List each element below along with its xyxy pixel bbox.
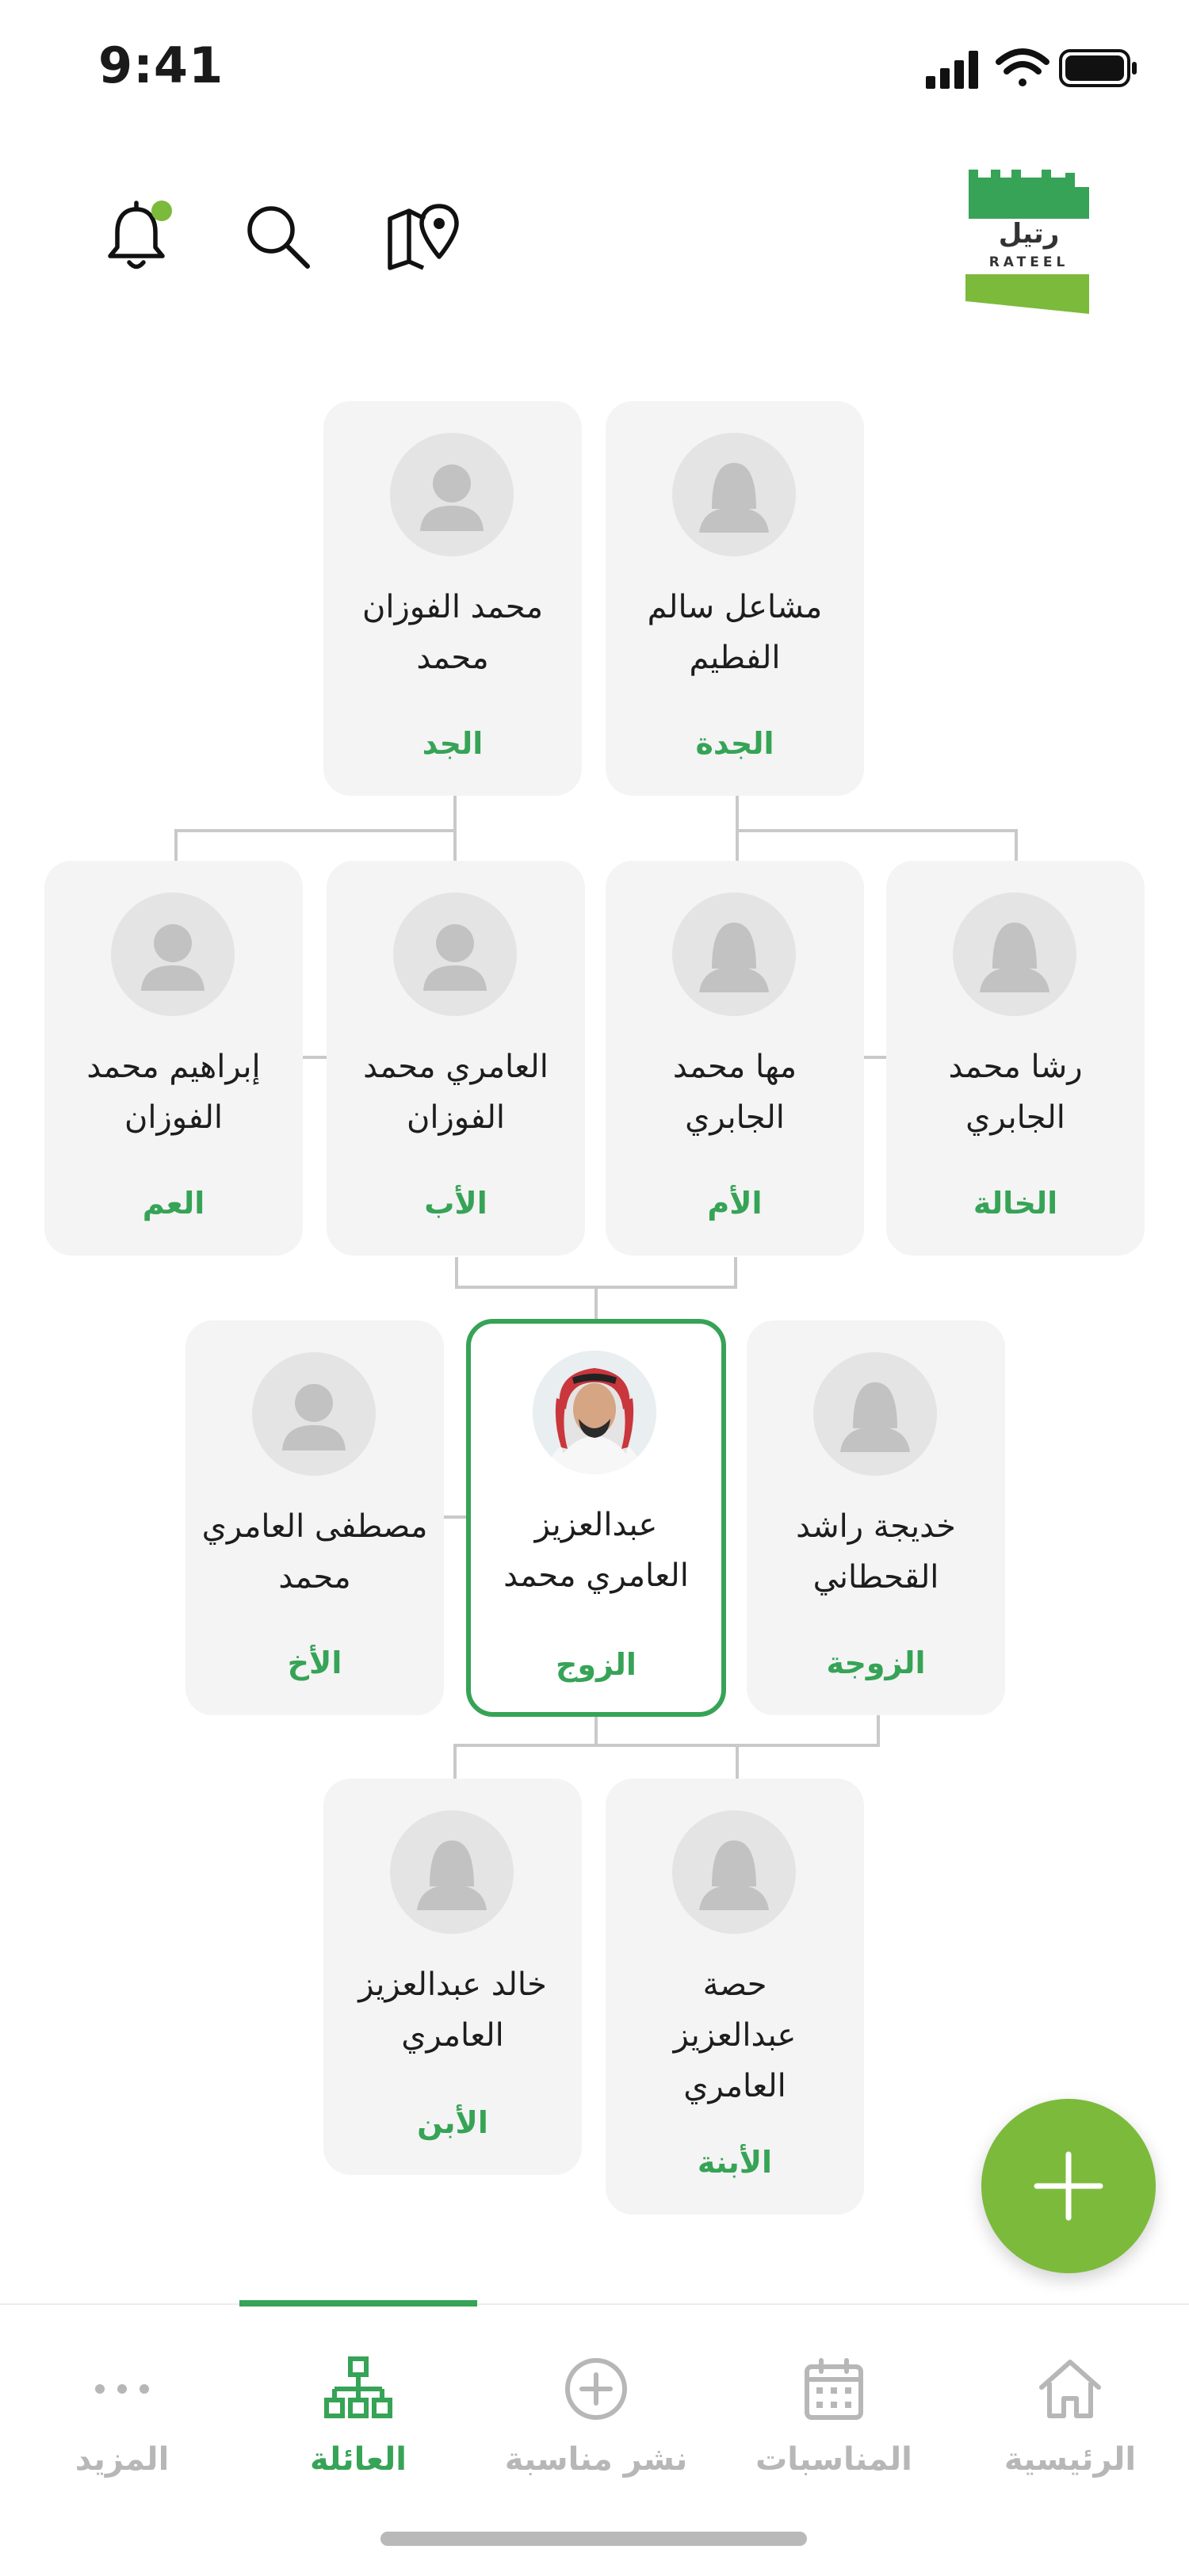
status-icons xyxy=(926,48,1137,89)
family-tree-icon xyxy=(324,2356,392,2418)
notification-dot xyxy=(151,201,172,221)
member-card-grandmother[interactable]: مشاعل سالم الفطيم الجدة xyxy=(606,401,864,796)
home-indicator xyxy=(380,2532,807,2546)
member-name: مها محمد الجابري xyxy=(672,1049,797,1136)
member-name: محمد الفوزان محمد xyxy=(361,589,544,676)
bell-icon[interactable] xyxy=(98,198,174,274)
member-role: الأخ xyxy=(287,1645,342,1680)
avatar-male-icon xyxy=(111,892,235,1016)
member-role: الأب xyxy=(424,1186,487,1221)
member-card-brother[interactable]: مصطفى العامري محمد الأخ xyxy=(185,1320,444,1715)
member-card-grandfather[interactable]: محمد الفوزان محمد الجد xyxy=(323,401,582,796)
avatar-female-icon xyxy=(813,1352,937,1476)
tab-more[interactable]: المزيد xyxy=(3,2305,241,2495)
member-role: الجدة xyxy=(695,726,774,761)
member-card-self[interactable]: عبدالعزيز العامري محمد الزوج xyxy=(466,1319,726,1717)
avatar-female-icon xyxy=(390,1810,514,1934)
tab-label: نشر مناسبة xyxy=(504,2441,688,2478)
avatar-female-icon xyxy=(672,892,796,1016)
tab-home[interactable]: الرئيسية xyxy=(951,2305,1189,2495)
member-name: مشاعل سالم الفطيم xyxy=(647,589,823,676)
member-card-wife[interactable]: خديجة راشد القحطاني الزوجة xyxy=(747,1320,1005,1715)
member-role: العم xyxy=(142,1186,205,1221)
member-card-father[interactable]: العامري محمد الفوزان الأب xyxy=(327,861,585,1256)
profile-photo xyxy=(533,1351,656,1474)
member-role: الخالة xyxy=(973,1186,1058,1221)
member-role: الزوج xyxy=(556,1647,637,1682)
member-name: خالد عبدالعزيز العامري xyxy=(358,1966,547,2054)
member-card-uncle[interactable]: إبراهيم محمد الفوزان العم xyxy=(44,861,303,1256)
member-name: حصة عبدالعزيز العامري xyxy=(673,1966,797,2104)
tab-post-event[interactable]: نشر مناسبة xyxy=(477,2305,715,2495)
tab-family[interactable]: العائلة xyxy=(239,2305,477,2495)
rateel-logo: رتيل RATEEL xyxy=(965,170,1089,314)
member-card-mother[interactable]: مها محمد الجابري الأم xyxy=(606,861,864,1256)
tab-label: العائلة xyxy=(310,2441,407,2478)
plus-circle-icon xyxy=(565,2358,627,2420)
member-card-aunt[interactable]: رشا محمد الجابري الخالة xyxy=(886,861,1145,1256)
tab-label: المزيد xyxy=(75,2441,170,2478)
member-role: الزوجة xyxy=(826,1645,926,1680)
avatar-female-icon xyxy=(672,1810,796,1934)
member-role: الأبن xyxy=(417,2105,488,2140)
status-time: 9:41 xyxy=(98,36,224,94)
member-role: الأبنة xyxy=(697,2145,773,2180)
member-name: العامري محمد الفوزان xyxy=(363,1049,549,1136)
map-pin-icon[interactable] xyxy=(384,198,460,274)
signal-icon xyxy=(926,51,978,89)
avatar-male-icon xyxy=(393,892,517,1016)
member-name: خديجة راشد القحطاني xyxy=(796,1508,956,1596)
member-name: مصطفى العامري محمد xyxy=(201,1508,428,1596)
member-name: عبدالعزيز العامري محمد xyxy=(503,1507,689,1594)
tab-label: الرئيسية xyxy=(1004,2441,1137,2478)
member-name: رشا محمد الجابري xyxy=(948,1049,1083,1136)
avatar-male-icon xyxy=(390,433,514,556)
logo-text-en: RATEEL xyxy=(989,254,1069,270)
member-role: الأم xyxy=(707,1186,763,1221)
search-icon[interactable] xyxy=(239,198,315,274)
wifi-icon xyxy=(996,48,1049,86)
logo-text-ar: رتيل xyxy=(999,218,1060,250)
plus-icon xyxy=(1034,2151,1103,2221)
avatar-male-icon xyxy=(252,1352,376,1476)
tab-label: المناسبات xyxy=(755,2441,912,2478)
member-card-son[interactable]: خالد عبدالعزيز العامري الأبن xyxy=(323,1779,582,2175)
avatar-female-icon xyxy=(953,892,1076,1016)
more-dots-icon xyxy=(95,2384,149,2394)
member-role: الجد xyxy=(422,726,484,761)
calendar-icon xyxy=(805,2358,863,2420)
tab-events[interactable]: المناسبات xyxy=(715,2305,953,2495)
add-member-button[interactable] xyxy=(981,2099,1156,2273)
member-name: إبراهيم محمد الفوزان xyxy=(86,1049,261,1136)
avatar-female-icon xyxy=(672,433,796,556)
member-card-daughter[interactable]: حصة عبدالعزيز العامري الأبنة xyxy=(606,1779,864,2215)
home-icon xyxy=(1039,2360,1101,2418)
battery-icon xyxy=(1059,49,1137,87)
